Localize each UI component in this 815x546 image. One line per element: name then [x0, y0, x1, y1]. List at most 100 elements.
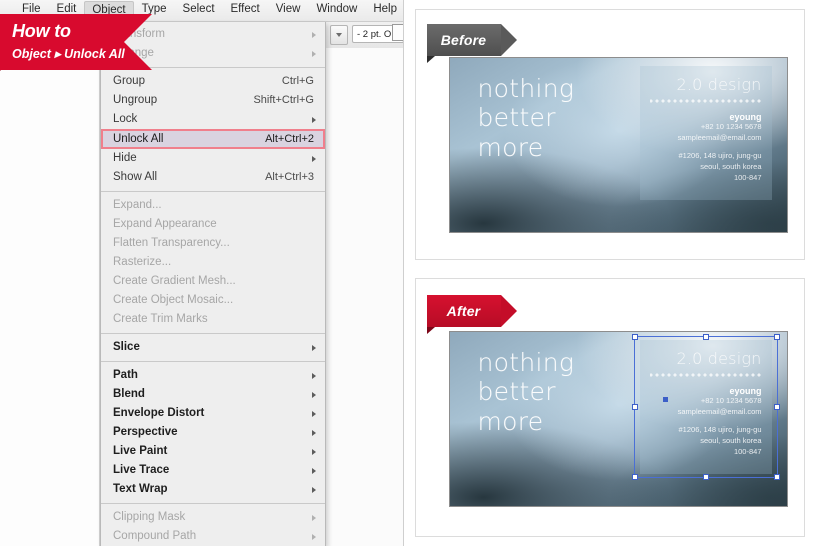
submenu-arrow-icon: [312, 392, 316, 398]
menu-item-create-gradient-mesh: Create Gradient Mesh...: [101, 272, 325, 291]
menu-item-create-trim-marks: Create Trim Marks: [101, 310, 325, 329]
card-phone: +82 10 1234 5678: [650, 122, 762, 133]
menu-item-label: Blend: [113, 385, 312, 404]
menu-item-rasterize: Rasterize...: [101, 253, 325, 272]
menu-item-live-trace[interactable]: Live Trace: [101, 461, 325, 480]
menu-item-label: Compound Path: [113, 527, 312, 546]
card-email: sampleemail@email.com: [650, 133, 762, 144]
submenu-arrow-icon: [312, 373, 316, 379]
before-tag-fold: [427, 56, 435, 63]
menu-item-label: Clipping Mask: [113, 508, 312, 527]
menu-item-label: Create Trim Marks: [113, 310, 317, 329]
menu-item-label: Live Trace: [113, 461, 312, 480]
menu-item-clipping-mask: Clipping Mask: [101, 508, 325, 527]
menu-item-label: Flatten Transparency...: [113, 234, 317, 253]
menu-item-path[interactable]: Path: [101, 366, 325, 385]
submenu-arrow-icon: [312, 534, 316, 540]
howto-ribbon: How to Object ▸ Unlock All: [0, 14, 152, 70]
card-phone: +82 10 1234 5678: [650, 396, 762, 407]
object-dropdown-menu[interactable]: TransformArrangeGroupCtrl+GUngroupShift+…: [100, 22, 326, 546]
menu-item-blend[interactable]: Blend: [101, 385, 325, 404]
menu-item-label: Text Wrap: [113, 480, 312, 499]
howto-ribbon-fold: [0, 70, 1, 76]
menu-item-label: Hide: [113, 149, 312, 168]
menu-item-label: Expand...: [113, 196, 317, 215]
menu-item-shortcut: Alt+Ctrl+3: [265, 168, 317, 187]
submenu-arrow-icon: [312, 468, 316, 474]
menu-separator: [101, 191, 325, 192]
submenu-arrow-icon: [312, 32, 316, 38]
menu-item-live-paint[interactable]: Live Paint: [101, 442, 325, 461]
menu-item-label: Path: [113, 366, 312, 385]
card-contact-name: eyoung: [650, 112, 762, 122]
illustrator-app-pane: File Edit Object Type Select Effect View…: [0, 0, 404, 546]
menu-window[interactable]: Window: [308, 1, 365, 20]
submenu-arrow-icon: [312, 515, 316, 521]
submenu-arrow-icon: [312, 487, 316, 493]
menu-item-label: Live Paint: [113, 442, 312, 461]
card-address-line-1: #1206, 148 ujiro, jung-gu: [650, 151, 762, 162]
after-artboard: nothing better more 2.0 design eyoung +8…: [449, 331, 788, 507]
before-tag-point: [501, 24, 517, 56]
menu-item-hide[interactable]: Hide: [101, 149, 325, 168]
menu-item-expand-appearance: Expand Appearance: [101, 215, 325, 234]
submenu-arrow-icon: [312, 411, 316, 417]
card-slogan-line-1: nothing: [478, 348, 575, 377]
menu-item-label: Create Object Mosaic...: [113, 291, 317, 310]
menu-item-lock[interactable]: Lock: [101, 110, 325, 129]
after-tag-fold: [427, 327, 435, 334]
menu-item-group[interactable]: GroupCtrl+G: [101, 72, 325, 91]
howto-ribbon-point: [124, 14, 152, 70]
menu-item-label: Group: [113, 72, 282, 91]
chevron-down-icon: [336, 33, 342, 37]
menu-item-envelope-distort[interactable]: Envelope Distort: [101, 404, 325, 423]
menu-select[interactable]: Select: [175, 1, 223, 20]
menu-separator: [101, 333, 325, 334]
menu-view[interactable]: View: [268, 1, 309, 20]
card-slogan-line-3: more: [478, 407, 575, 436]
menu-item-shortcut: Ctrl+G: [282, 72, 317, 91]
control-strip-swatch[interactable]: [392, 24, 404, 41]
after-tag-point: [501, 295, 517, 327]
menu-item-shortcut: Shift+Ctrl+G: [253, 91, 317, 110]
before-tag-label: Before: [427, 24, 501, 56]
menu-item-label: Expand Appearance: [113, 215, 317, 234]
card-brand-title: 2.0 design: [650, 349, 762, 368]
menu-separator: [101, 361, 325, 362]
card-info-block: 2.0 design eyoung +82 10 1234 5678 sampl…: [640, 66, 772, 200]
card-info-block[interactable]: 2.0 design eyoung +82 10 1234 5678 sampl…: [640, 340, 772, 474]
menu-item-ungroup[interactable]: UngroupShift+Ctrl+G: [101, 91, 325, 110]
card-spacer: [650, 144, 762, 151]
menu-item-slice[interactable]: Slice: [101, 338, 325, 357]
menu-effect[interactable]: Effect: [223, 1, 268, 20]
card-spacer: [650, 418, 762, 425]
submenu-arrow-icon: [312, 430, 316, 436]
menu-item-flatten-transparency: Flatten Transparency...: [101, 234, 325, 253]
card-slogan-line-2: better: [478, 103, 575, 132]
card-slogan: nothing better more: [478, 348, 575, 436]
card-postal-code: 100-847: [650, 447, 762, 458]
menu-item-label: Unlock All: [113, 131, 265, 147]
menu-item-label: Perspective: [113, 423, 312, 442]
submenu-arrow-icon: [312, 117, 316, 123]
card-postal-code: 100-847: [650, 173, 762, 184]
after-tag-label: After: [427, 295, 501, 327]
menu-item-shortcut: Alt+Ctrl+2: [265, 131, 317, 147]
menu-item-show-all[interactable]: Show AllAlt+Ctrl+3: [101, 168, 325, 187]
card-email: sampleemail@email.com: [650, 407, 762, 418]
menu-help[interactable]: Help: [365, 1, 403, 20]
card-slogan: nothing better more: [478, 74, 575, 162]
menu-item-perspective[interactable]: Perspective: [101, 423, 325, 442]
menu-item-text-wrap[interactable]: Text Wrap: [101, 480, 325, 499]
menu-item-compound-path: Compound Path: [101, 527, 325, 546]
card-slogan-line-2: better: [478, 377, 575, 406]
stroke-profile-dropdown-button[interactable]: [330, 25, 348, 45]
menu-item-unlock-all[interactable]: Unlock AllAlt+Ctrl+2: [101, 129, 325, 149]
menu-item-label: Lock: [113, 110, 312, 129]
menu-item-label: Envelope Distort: [113, 404, 312, 423]
howto-path: Object ▸ Unlock All: [12, 46, 125, 61]
card-contact-name: eyoung: [650, 386, 762, 396]
card-slogan-line-1: nothing: [478, 74, 575, 103]
menu-item-label: Show All: [113, 168, 265, 187]
submenu-arrow-icon: [312, 345, 316, 351]
